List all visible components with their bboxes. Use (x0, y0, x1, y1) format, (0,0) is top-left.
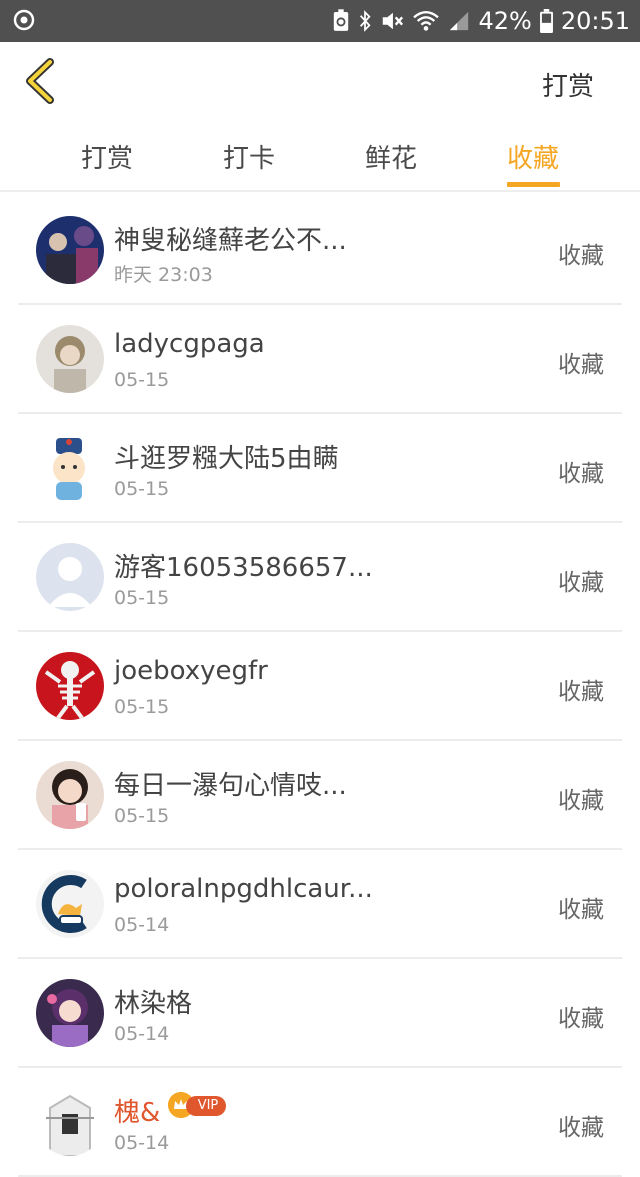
user-name: 林染格 (114, 989, 193, 1019)
battery-saver-icon (334, 9, 349, 31)
list-item[interactable]: 槐& VIP 05-14 收藏 (18, 1068, 622, 1177)
item-action: 收藏 (558, 1115, 604, 1141)
tab-collect[interactable]: 收藏 (507, 138, 559, 175)
item-date: 昨天 23:03 (114, 264, 213, 286)
bluetooth-icon (360, 10, 372, 32)
item-action: 收藏 (558, 352, 604, 378)
list-item[interactable]: 每日一瀑句心情吱... 05-15 收藏 (18, 741, 622, 850)
avatar (36, 325, 104, 393)
item-date: 05-15 (114, 478, 170, 500)
status-icons: 42% 20:51 (332, 6, 630, 36)
item-date: 05-14 (114, 914, 170, 936)
user-name: 神叟秘缝蘚老公不... (114, 226, 347, 256)
active-tab-indicator (507, 182, 560, 187)
default-avatar-icon (36, 543, 104, 611)
chevron-left-icon[interactable] (22, 58, 62, 104)
vip-badge: VIP (168, 1092, 226, 1118)
user-name: 斗逛罗糨大陆5由瞒 (114, 444, 339, 474)
list-item[interactable]: 神叟秘缝蘚老公不... 昨天 23:03 收藏 (18, 196, 622, 305)
app-header: 打赏 (0, 42, 640, 120)
list-item[interactable]: 游客16053586657... 05-15 收藏 (18, 523, 622, 632)
avatar (36, 870, 104, 938)
clock: 20:51 (560, 7, 630, 35)
battery-percent: 42% (478, 7, 532, 35)
status-bar: 42% 20:51 (0, 0, 640, 42)
header-reward-button[interactable]: 打赏 (542, 66, 594, 103)
list-item[interactable]: joeboxyegfr 05-15 收藏 (18, 632, 622, 741)
user-name: 槐& (114, 1098, 161, 1128)
avatar (36, 1088, 104, 1156)
wifi-icon (413, 11, 440, 31)
item-action: 收藏 (558, 243, 604, 269)
collector-list: 神叟秘缝蘚老公不... 昨天 23:03 收藏 ladycgpaga 05-15… (18, 196, 622, 1177)
list-item[interactable]: poloralnpgdhlcaur... 05-14 收藏 (18, 850, 622, 959)
app-notification-icon (13, 9, 35, 31)
mute-icon (383, 12, 404, 30)
user-name: ladycgpaga (114, 329, 265, 359)
avatar (36, 434, 104, 502)
vip-label: VIP (186, 1096, 226, 1116)
item-action: 收藏 (558, 461, 604, 487)
item-action: 收藏 (558, 679, 604, 705)
tab-checkin[interactable]: 打卡 (223, 138, 275, 175)
item-date: 05-15 (114, 805, 170, 827)
item-action: 收藏 (558, 788, 604, 814)
battery-icon (539, 9, 553, 33)
item-date: 05-14 (114, 1132, 170, 1154)
item-date: 05-15 (114, 587, 170, 609)
user-name: poloralnpgdhlcaur... (114, 874, 373, 904)
avatar (36, 761, 104, 829)
item-action: 收藏 (558, 1006, 604, 1032)
item-date: 05-15 (114, 696, 170, 718)
avatar (36, 979, 104, 1047)
list-item[interactable]: 林染格 05-14 收藏 (18, 959, 622, 1068)
tab-reward[interactable]: 打赏 (81, 138, 133, 175)
list-item[interactable]: 斗逛罗糨大陆5由瞒 05-15 收藏 (18, 414, 622, 523)
avatar (36, 652, 104, 720)
avatar (36, 216, 104, 284)
user-name: 游客16053586657... (114, 553, 373, 583)
signal-icon (450, 11, 469, 31)
user-name: joeboxyegfr (114, 656, 268, 686)
item-date: 05-15 (114, 369, 170, 391)
list-item[interactable]: ladycgpaga 05-15 收藏 (18, 305, 622, 414)
user-name: 每日一瀑句心情吱... (114, 771, 347, 801)
tab-bar: 打赏 打卡 鲜花 收藏 (0, 120, 640, 192)
item-action: 收藏 (558, 570, 604, 596)
item-date: 05-14 (114, 1023, 170, 1045)
tab-flowers[interactable]: 鲜花 (365, 138, 417, 175)
item-action: 收藏 (558, 897, 604, 923)
